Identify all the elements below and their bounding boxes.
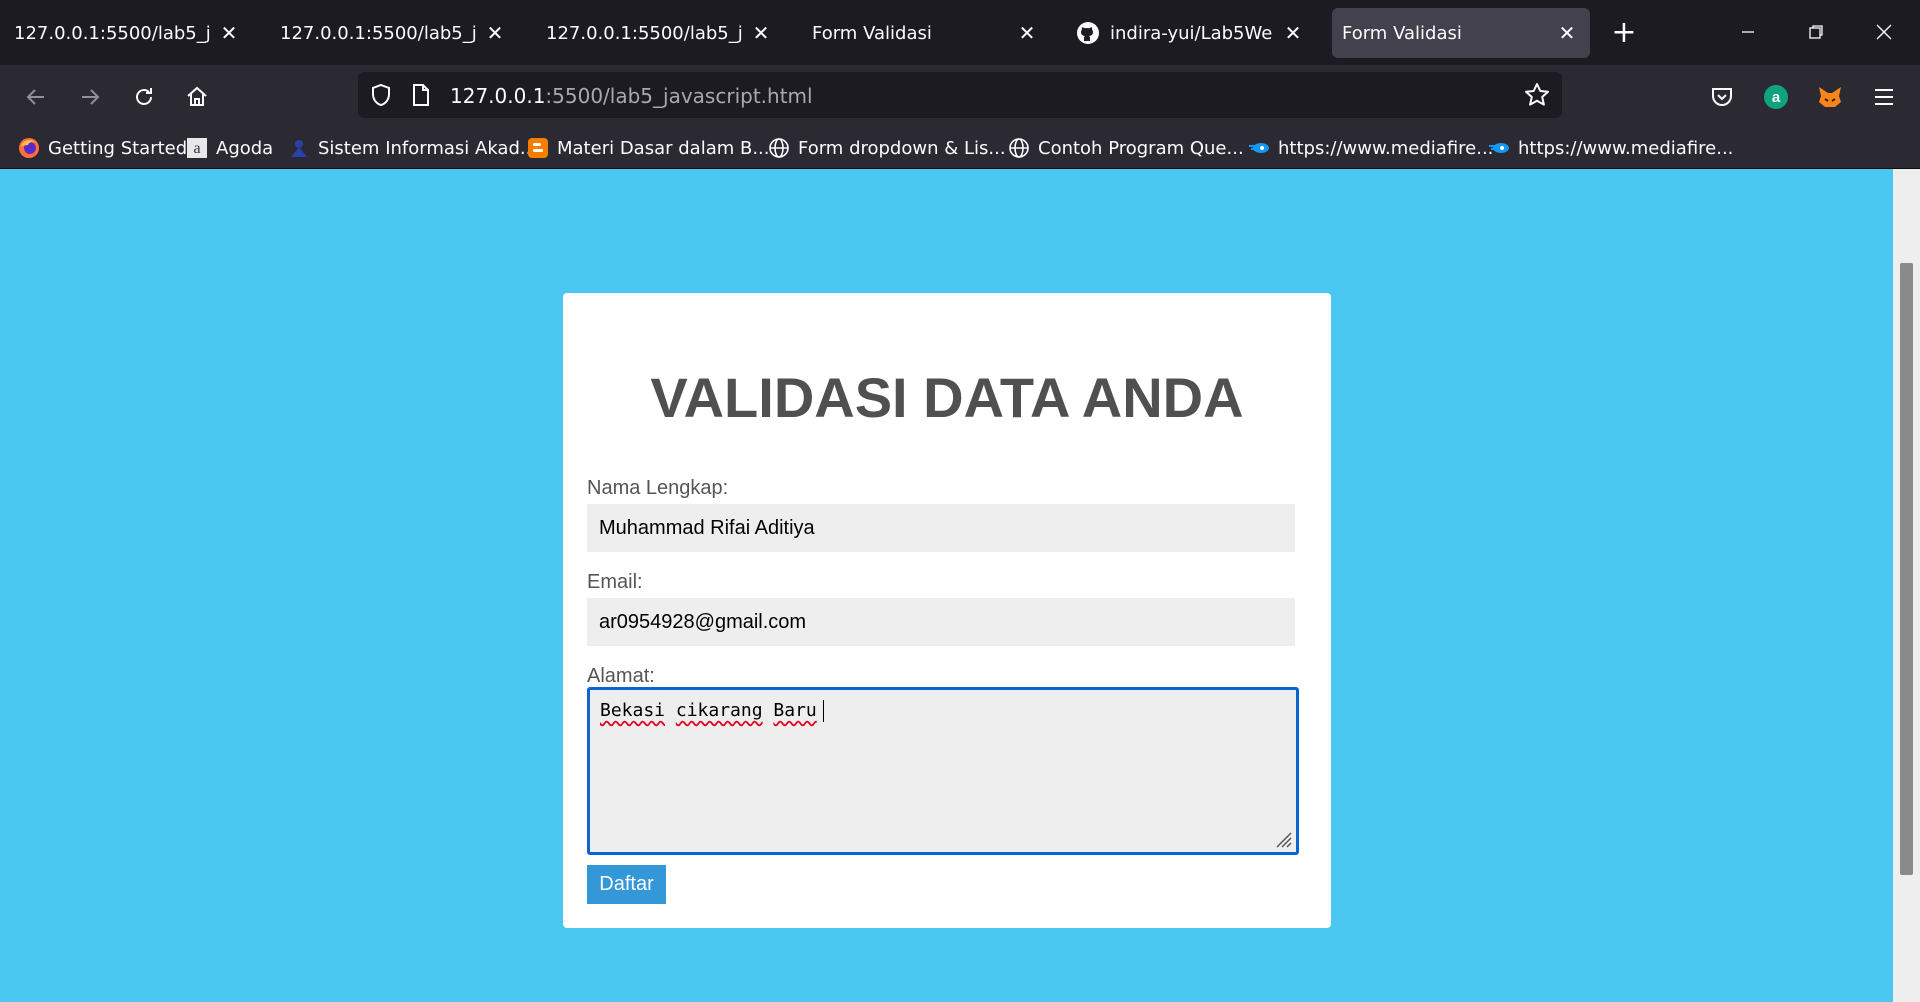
extension-button[interactable]: a [1756, 77, 1796, 117]
bookmark-label: Materi Dasar dalam B... [557, 137, 770, 159]
back-button[interactable] [16, 77, 56, 117]
blogger-icon [528, 138, 548, 158]
tab-6-active[interactable]: Form Validasi ✕ [1332, 8, 1590, 58]
page-title: VALIDASI DATA ANDA [650, 366, 1244, 429]
globe-icon [1009, 138, 1029, 158]
close-icon[interactable]: ✕ [748, 20, 774, 46]
tab-label: 127.0.0.1:5500/lab5_javascript.html [14, 22, 210, 44]
url-path: :5500/lab5_javascript.html [545, 84, 813, 108]
forward-button[interactable] [70, 77, 110, 117]
bookmark-star-icon[interactable] [1524, 82, 1550, 108]
svg-text:a: a [1772, 89, 1781, 106]
minimize-icon[interactable] [1728, 14, 1768, 50]
bookmark-label: Contoh Program Que... [1038, 137, 1244, 159]
tab-label: Form Validasi [1342, 22, 1462, 44]
tab-3[interactable]: 127.0.0.1:5500/lab5_javascript.html ✕ [538, 8, 782, 58]
address-word: cikarang [675, 700, 763, 721]
resize-grip-icon[interactable] [1272, 828, 1292, 848]
url-text[interactable]: 127.0.0.1:5500/lab5_javascript.html [450, 84, 813, 108]
submit-button[interactable]: Daftar [587, 865, 666, 904]
tab-label: 127.0.0.1:5500/lab5_javascript.html [546, 22, 742, 44]
arrow-left-icon [26, 89, 44, 105]
email-field[interactable] [587, 598, 1295, 646]
text-caret [822, 700, 824, 722]
address-label: Alamat: [587, 665, 655, 687]
bookmark-getting-started[interactable]: Getting Started [18, 136, 187, 160]
bookmark-label: Agoda [216, 137, 274, 159]
bookmark-agoda[interactable]: a Agoda [186, 136, 273, 160]
address-word: Bekasi [600, 700, 666, 721]
page-icon[interactable] [408, 82, 434, 108]
metamask-button[interactable] [1810, 77, 1850, 117]
bookmark-mediafire-2[interactable]: https://www.mediafire... [1488, 136, 1733, 160]
tab-2[interactable]: 127.0.0.1:5500/lab5_javascript.html ✕ [272, 8, 516, 58]
mediafire-icon [1489, 143, 1509, 153]
address-textarea[interactable]: Bekasi cikarang Baru [587, 687, 1299, 855]
firefox-icon [19, 138, 39, 158]
restore-icon[interactable] [1796, 14, 1836, 50]
email-label: Email: [587, 571, 643, 593]
tab-bar: 127.0.0.1:5500/lab5_javascript.html ✕ 12… [0, 0, 1920, 65]
shield-icon[interactable] [368, 82, 394, 108]
pocket-icon [1712, 88, 1732, 106]
extension-a-icon: a [1764, 85, 1788, 109]
name-label: Nama Lengkap: [587, 477, 729, 499]
bookmark-sistem-informasi[interactable]: Sistem Informasi Akad... [288, 136, 537, 160]
agoda-icon: a [187, 138, 207, 158]
url-host: 127.0.0.1 [450, 84, 546, 108]
bookmark-mediafire-1[interactable]: https://www.mediafire... [1248, 136, 1493, 160]
tab-label: 127.0.0.1:5500/lab5_javascript.html [280, 22, 476, 44]
svg-text:a: a [193, 140, 200, 157]
bookmark-label: Sistem Informasi Akad... [318, 137, 538, 159]
tab-1[interactable]: 127.0.0.1:5500/lab5_javascript.html ✕ [6, 8, 250, 58]
tab-label: indira-yui/Lab5Web [1110, 22, 1274, 44]
bookmarks-toolbar: Getting Started a Agoda Sistem Informasi… [0, 128, 1920, 169]
window-close-icon[interactable] [1864, 14, 1904, 50]
home-icon [187, 86, 207, 106]
bookmark-label: Form dropdown & Lis... [798, 137, 1006, 159]
bookmark-label: https://www.mediafire... [1278, 137, 1494, 159]
hamburger-menu-icon [1875, 89, 1893, 105]
navigation-toolbar: 127.0.0.1:5500/lab5_javascript.html a [0, 65, 1920, 128]
scrollbar-thumb[interactable] [1900, 263, 1913, 875]
bookmark-materi-dasar[interactable]: Materi Dasar dalam B... [527, 136, 770, 160]
bookmark-label: https://www.mediafire... [1518, 137, 1734, 159]
fox-icon [1819, 87, 1841, 107]
github-icon [1077, 22, 1099, 44]
reload-icon [136, 88, 152, 105]
university-icon [291, 140, 307, 157]
bookmark-form-dropdown[interactable]: Form dropdown & Lis... [768, 136, 1006, 160]
pocket-button[interactable] [1702, 77, 1742, 117]
close-icon[interactable]: ✕ [1280, 20, 1306, 46]
mediafire-icon [1249, 143, 1269, 153]
home-button[interactable] [177, 77, 217, 117]
globe-icon [769, 138, 789, 158]
address-word: Baru [773, 700, 817, 721]
tab-5[interactable]: indira-yui/Lab5Web ✕ [1070, 8, 1314, 58]
tab-label: Form Validasi [812, 22, 932, 44]
arrow-right-icon [82, 89, 100, 105]
page-viewport: VALIDASI DATA ANDA Nama Lengkap: Email: … [0, 169, 1920, 1002]
form-card: VALIDASI DATA ANDA Nama Lengkap: Email: … [563, 293, 1331, 928]
close-icon[interactable]: ✕ [216, 20, 242, 46]
reload-button[interactable] [124, 77, 164, 117]
bookmark-contoh-program[interactable]: Contoh Program Que... [1008, 136, 1244, 160]
name-field[interactable] [587, 504, 1295, 552]
vertical-scrollbar[interactable] [1893, 169, 1920, 1002]
tab-4[interactable]: Form Validasi ✕ [804, 8, 1048, 58]
url-bar[interactable]: 127.0.0.1:5500/lab5_javascript.html [358, 72, 1562, 118]
new-tab-button[interactable]: + [1606, 14, 1642, 50]
close-icon[interactable]: ✕ [482, 20, 508, 46]
close-icon[interactable]: ✕ [1014, 20, 1040, 46]
close-icon[interactable]: ✕ [1554, 20, 1580, 46]
menu-button[interactable] [1864, 77, 1904, 117]
bookmark-label: Getting Started [48, 137, 188, 159]
